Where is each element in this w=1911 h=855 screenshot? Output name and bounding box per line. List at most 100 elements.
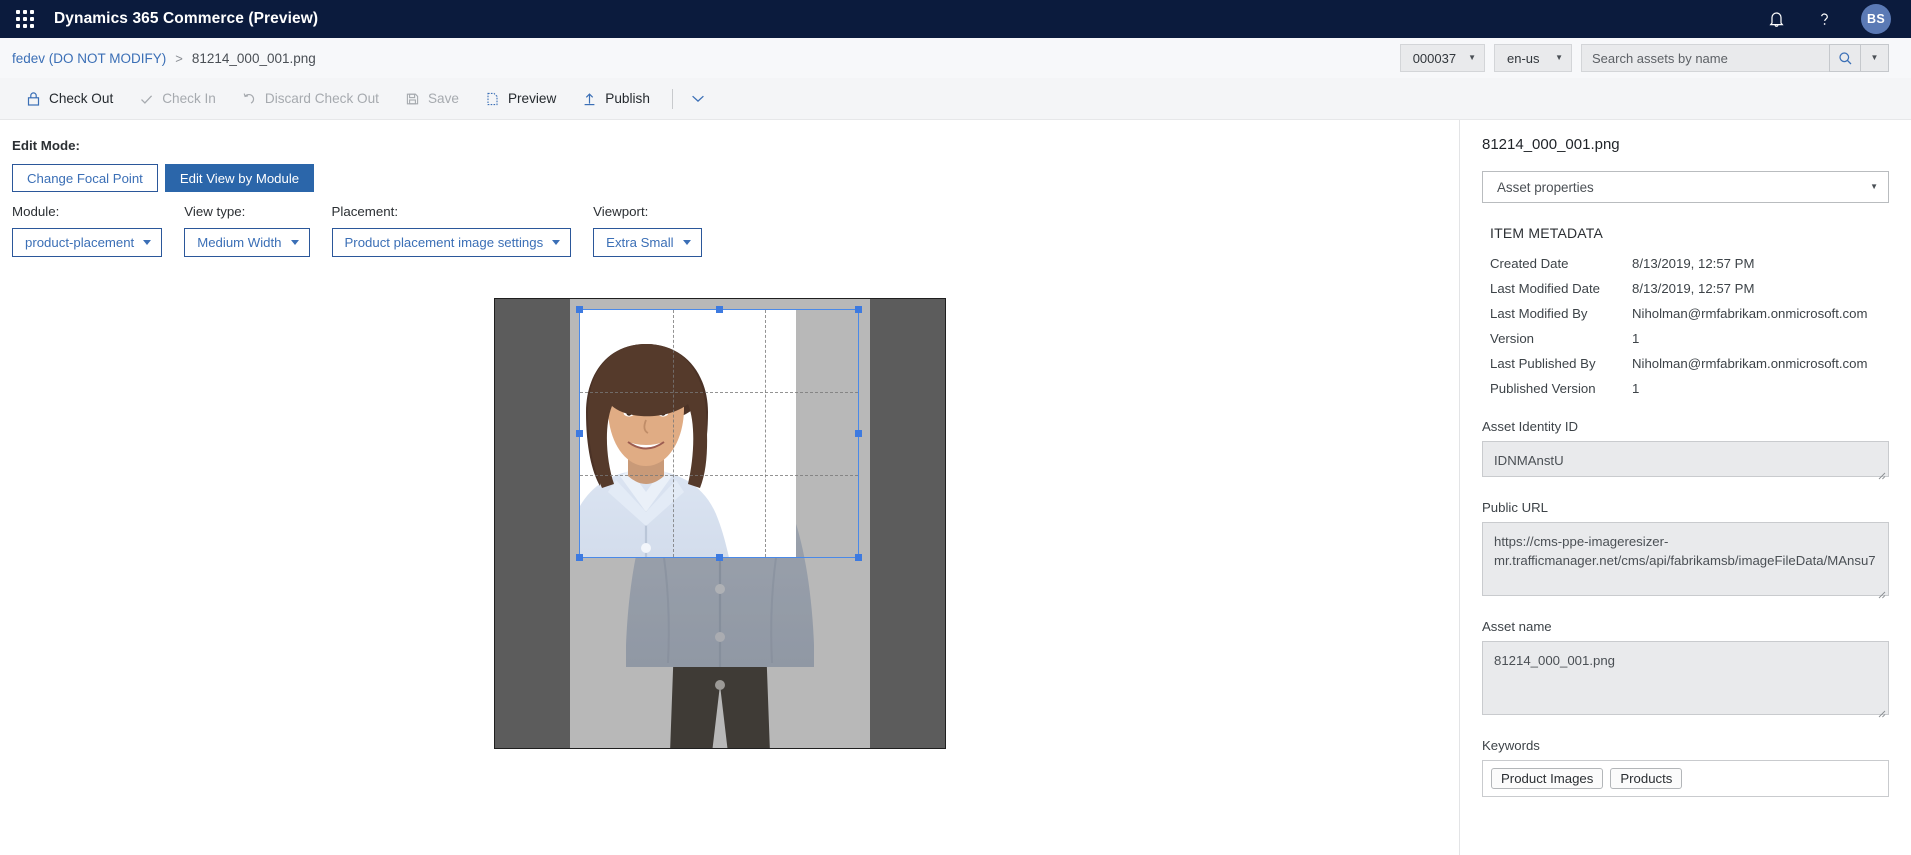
metadata-value: 1	[1632, 381, 1640, 396]
keyword-tag[interactable]: Products	[1610, 768, 1683, 789]
metadata-key: Last Modified Date	[1490, 281, 1600, 296]
locale-value: en-us	[1507, 50, 1540, 66]
item-metadata-table: Created Date 8/13/2019, 12:57 PM Last Mo…	[1482, 251, 1889, 401]
metadata-value: Niholman@rmfabrikam.onmicrosoft.com	[1632, 356, 1868, 371]
view-type-selector-group: View type: Medium Width	[184, 204, 310, 257]
toolbar-overflow-button[interactable]	[683, 82, 713, 116]
image-editor-pane: Edit Mode: Change Focal Point Edit View …	[0, 120, 1459, 855]
breadcrumb-controls: 000037 ▼ en-us ▼ ▼	[1399, 44, 1899, 72]
asset-name-input[interactable]	[1482, 641, 1889, 715]
chevron-down-icon: ▼	[1555, 53, 1563, 62]
view-type-value: Medium Width	[197, 235, 282, 250]
table-row: Last Published By Niholman@rmfabrikam.on…	[1482, 351, 1889, 376]
table-row: Created Date 8/13/2019, 12:57 PM	[1482, 251, 1889, 276]
public-url-label: Public URL	[1482, 500, 1548, 515]
search-input[interactable]	[1581, 44, 1829, 72]
crop-gridline-vertical	[672, 310, 674, 557]
command-toolbar: Check Out Check In Discard Check Out Sav…	[0, 78, 1911, 120]
publish-label: Publish	[605, 91, 650, 106]
preview-label: Preview	[507, 91, 557, 106]
crop-handle-middle-right[interactable]	[855, 430, 862, 437]
discard-check-out-label: Discard Check Out	[264, 91, 379, 106]
edit-mode-toggle: Change Focal Point Edit View by Module	[12, 164, 315, 192]
toolbar-divider	[671, 88, 673, 109]
crop-handle-bottom-left[interactable]	[576, 554, 583, 561]
save-button[interactable]: Save	[393, 82, 471, 116]
change-focal-point-button[interactable]: Change Focal Point	[12, 164, 158, 192]
viewport-dropdown[interactable]: Extra Small	[593, 228, 702, 257]
view-type-dropdown[interactable]: Medium Width	[184, 228, 310, 257]
channel-selector[interactable]: 000037 ▼	[1399, 44, 1485, 72]
chevron-down-icon: ▼	[1468, 53, 1476, 62]
placement-label: Placement:	[331, 204, 399, 219]
locale-selector[interactable]: en-us ▼	[1494, 44, 1572, 72]
metadata-key: Published Version	[1490, 381, 1596, 396]
crop-handle-top-center[interactable]	[715, 306, 723, 313]
floppy-disk-icon	[405, 91, 420, 107]
metadata-value: 8/13/2019, 12:57 PM	[1632, 256, 1755, 271]
crop-clear-region	[580, 310, 858, 557]
panel-title: 81214_000_001.png	[1482, 136, 1620, 153]
crop-gridline-vertical	[765, 310, 767, 557]
breadcrumb-bar: fedev (DO NOT MODIFY) > 81214_000_001.pn…	[0, 38, 1911, 78]
breadcrumb-current: 81214_000_001.png	[191, 50, 316, 66]
item-metadata-heading: ITEM METADATA	[1490, 225, 1604, 241]
undo-arrow-icon	[242, 91, 257, 107]
chevron-down-icon	[682, 240, 691, 245]
viewport-value: Extra Small	[606, 235, 674, 250]
module-label: Module:	[12, 204, 60, 219]
asset-identity-input[interactable]	[1482, 441, 1889, 477]
crop-gridline-horizontal	[580, 474, 858, 476]
edit-view-by-module-button[interactable]: Edit View by Module	[164, 164, 315, 192]
avatar[interactable]: BS	[1861, 4, 1891, 34]
module-dropdown[interactable]: product-placement	[12, 228, 163, 257]
crop-handle-bottom-center[interactable]	[715, 554, 723, 561]
public-url-input[interactable]	[1482, 522, 1889, 596]
upload-arrow-icon	[582, 91, 597, 107]
suite-bar-actions: BS	[1765, 4, 1897, 34]
page-body: Edit Mode: Change Focal Point Edit View …	[0, 120, 1911, 855]
keywords-field[interactable]: Product Images Products	[1482, 760, 1889, 797]
metadata-key: Version	[1490, 331, 1534, 346]
crop-gridline-horizontal	[580, 392, 858, 394]
asset-name-field-wrap	[1482, 641, 1889, 720]
bell-icon[interactable]	[1765, 8, 1787, 30]
chevron-down-icon	[290, 240, 299, 245]
module-selectors: Module: product-placement View type: Med…	[12, 204, 724, 257]
edit-mode-label: Edit Mode:	[12, 138, 80, 153]
metadata-value: 1	[1632, 331, 1640, 346]
crop-handle-top-right[interactable]	[855, 306, 862, 313]
crop-selection-box[interactable]	[576, 306, 862, 561]
public-url-field-wrap	[1482, 522, 1889, 601]
module-value: product-placement	[25, 235, 135, 250]
chevron-down-icon	[143, 240, 152, 245]
image-canvas[interactable]	[494, 298, 946, 749]
preview-button[interactable]: Preview	[473, 82, 568, 116]
check-out-button[interactable]: Check Out	[14, 82, 125, 116]
discard-check-out-button[interactable]: Discard Check Out	[230, 82, 391, 116]
metadata-key: Last Published By	[1490, 356, 1596, 371]
properties-view-dropdown[interactable]: Asset properties ▼	[1482, 171, 1889, 203]
keywords-label: Keywords	[1482, 738, 1540, 753]
crop-handle-bottom-right[interactable]	[855, 554, 862, 561]
suite-bar: Dynamics 365 Commerce (Preview) BS	[0, 0, 1911, 38]
waffle-grid-icon[interactable]	[14, 8, 36, 30]
asset-identity-label: Asset Identity ID	[1482, 419, 1579, 434]
question-mark-icon[interactable]	[1813, 8, 1835, 30]
keyword-tag[interactable]: Product Images	[1491, 768, 1604, 789]
crop-handle-top-left[interactable]	[576, 306, 583, 313]
crop-handle-middle-left[interactable]	[576, 430, 583, 437]
checkmark-icon	[139, 91, 154, 107]
metadata-value: 8/13/2019, 12:57 PM	[1632, 281, 1755, 296]
metadata-key: Created Date	[1490, 256, 1569, 271]
magnifier-icon[interactable]	[1829, 44, 1861, 72]
search-dropdown-button[interactable]: ▼	[1861, 44, 1889, 72]
table-row: Last Modified By Niholman@rmfabrikam.onm…	[1482, 301, 1889, 326]
check-in-button[interactable]: Check In	[127, 82, 228, 116]
chevron-down-icon: ▼	[1870, 53, 1879, 62]
placement-dropdown[interactable]: Product placement image settings	[331, 228, 572, 257]
publish-button[interactable]: Publish	[570, 82, 662, 116]
module-selector-group: Module: product-placement	[12, 204, 163, 257]
metadata-value: Niholman@rmfabrikam.onmicrosoft.com	[1632, 306, 1868, 321]
breadcrumb-root[interactable]: fedev (DO NOT MODIFY)	[12, 51, 166, 66]
